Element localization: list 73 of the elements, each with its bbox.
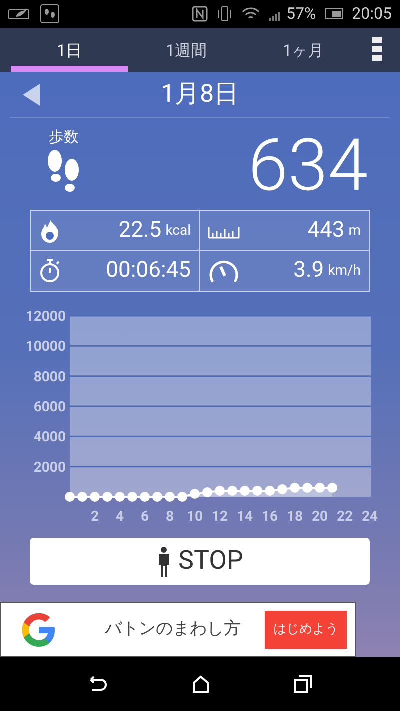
data-point bbox=[90, 492, 100, 502]
y-tick-label: 12000 bbox=[26, 309, 66, 325]
x-tick-label: 10 bbox=[186, 509, 204, 525]
y-tick-label: 8000 bbox=[34, 369, 66, 386]
x-tick-label: 8 bbox=[166, 509, 174, 525]
data-point bbox=[178, 492, 188, 502]
clock: 20:05 bbox=[352, 3, 392, 25]
data-point bbox=[315, 482, 325, 493]
battery-percent: 57% bbox=[286, 3, 316, 25]
stat-unit: m bbox=[348, 224, 361, 238]
step-count: 634 bbox=[248, 130, 368, 202]
ad-text: バトンのまわし方 bbox=[105, 618, 241, 641]
tab[interactable]: 1ヶ月 bbox=[245, 28, 362, 72]
data-point bbox=[228, 486, 238, 496]
recents-icon[interactable] bbox=[294, 675, 312, 693]
stop-button[interactable]: STOP bbox=[30, 538, 370, 585]
y-tick-label: 10000 bbox=[26, 339, 66, 356]
data-point bbox=[190, 488, 200, 499]
footprints-icon bbox=[40, 4, 60, 24]
data-point bbox=[78, 492, 88, 502]
flame-icon bbox=[39, 218, 61, 244]
vibrate-icon bbox=[216, 6, 234, 22]
stat-unit: kcal bbox=[166, 224, 191, 238]
x-tick-label: 22 bbox=[336, 509, 354, 525]
data-point bbox=[265, 486, 275, 496]
home-icon[interactable] bbox=[192, 675, 210, 693]
y-tick-label: 2000 bbox=[34, 460, 66, 476]
date-title: 1月8日 bbox=[160, 78, 240, 111]
y-tick-label: 4000 bbox=[34, 430, 66, 446]
x-tick-label: 18 bbox=[286, 509, 304, 525]
x-tick-label: 2 bbox=[90, 509, 100, 525]
x-tick-label: 14 bbox=[236, 509, 254, 525]
x-tick-label: 6 bbox=[140, 509, 150, 525]
x-tick-label: 16 bbox=[262, 509, 278, 525]
data-point bbox=[65, 492, 75, 502]
stopwatch-icon bbox=[39, 258, 61, 284]
battery-icon bbox=[324, 8, 344, 20]
data-point bbox=[302, 482, 312, 493]
data-point bbox=[152, 492, 162, 502]
stat-unit: km/h bbox=[328, 264, 361, 278]
data-point bbox=[252, 486, 262, 496]
data-point bbox=[128, 492, 138, 502]
data-point bbox=[215, 486, 225, 496]
battery-saver-icon bbox=[8, 7, 32, 21]
nfc-icon bbox=[192, 6, 208, 22]
x-tick-label: 20 bbox=[312, 509, 328, 525]
data-point bbox=[140, 492, 150, 502]
menu-icon[interactable] bbox=[371, 36, 383, 64]
data-point bbox=[328, 482, 338, 493]
data-point bbox=[115, 492, 125, 502]
stat-value: 00:06:45 bbox=[106, 260, 191, 282]
stat-value: 443 bbox=[308, 220, 345, 242]
x-tick-label: 4 bbox=[116, 509, 124, 525]
x-tick-label: 12 bbox=[212, 509, 228, 525]
back-arrow-icon[interactable] bbox=[22, 82, 42, 106]
data-point bbox=[165, 492, 175, 502]
stat-value: 3.9 bbox=[294, 260, 324, 282]
tab[interactable]: 1週間 bbox=[128, 28, 245, 72]
stat-value: 22.5 bbox=[118, 220, 162, 242]
speedometer-icon bbox=[208, 258, 240, 284]
person-icon bbox=[156, 546, 171, 576]
y-tick-label: 6000 bbox=[34, 400, 66, 416]
back-icon[interactable] bbox=[88, 676, 108, 692]
data-point bbox=[290, 482, 300, 493]
footprints-icon bbox=[46, 149, 82, 195]
data-point bbox=[240, 486, 250, 496]
x-tick-label: 24 bbox=[362, 509, 378, 525]
data-point bbox=[278, 484, 288, 494]
data-point bbox=[102, 492, 112, 502]
steps-label: 歩数 bbox=[49, 130, 79, 145]
tab[interactable]: 1日 bbox=[11, 28, 128, 72]
ad-cta-button[interactable]: はじめよう bbox=[265, 610, 347, 648]
data-point bbox=[202, 487, 212, 498]
